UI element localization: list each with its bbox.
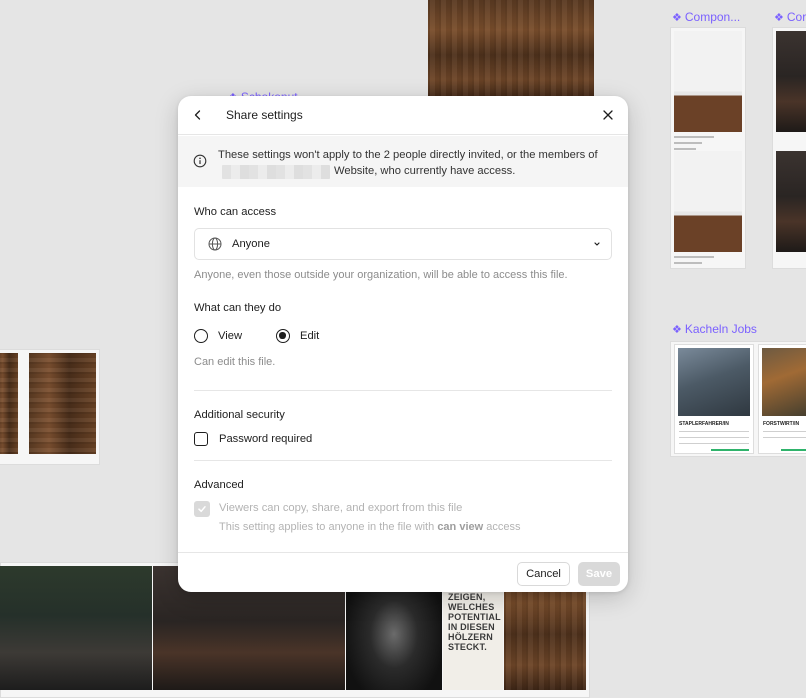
password-required-label: Password required: [219, 433, 313, 445]
interior-image: [776, 151, 806, 252]
caption-lines: [674, 256, 714, 268]
component-icon: ❖: [672, 12, 682, 24]
wood-sample-image: [0, 353, 18, 454]
radio-edit-label: Edit: [300, 330, 320, 342]
job-card[interactable]: STAPLERFAHRER/IN: [674, 344, 754, 454]
info-icon: [193, 154, 207, 168]
wood-texture-image[interactable]: [428, 0, 594, 100]
kitchen-image: [674, 31, 742, 132]
advanced-heading: Advanced: [194, 479, 244, 491]
job-line: [679, 431, 749, 432]
interior-image: [776, 31, 806, 132]
job-line: [763, 437, 806, 438]
access-hint: Anyone, even those outside your organiza…: [194, 269, 568, 281]
component-icon: ❖: [774, 12, 784, 24]
permission-hint: Can edit this file.: [194, 356, 276, 368]
share-settings-dialog: Share settings These settings won't appl…: [178, 96, 628, 592]
info-banner: These settings won't apply to the 2 peop…: [178, 136, 628, 187]
divider: [194, 390, 612, 391]
radio-edit[interactable]: Edit: [276, 329, 319, 343]
access-level-value: Anyone: [232, 238, 270, 250]
job-photo: [762, 348, 806, 416]
dialog-title: Share settings: [226, 108, 303, 122]
check-icon: [198, 506, 206, 513]
dining-room-image: [0, 566, 152, 690]
job-photo: [678, 348, 750, 416]
viewers-export-label: Viewers can copy, share, and export from…: [219, 502, 463, 514]
globe-icon: [208, 237, 222, 251]
password-checkbox-box[interactable]: [194, 432, 208, 446]
viewers-export-note: This setting applies to anyone in the fi…: [219, 521, 520, 533]
redacted-team-name: [222, 164, 330, 179]
job-title: STAPLERFAHRER/IN: [679, 421, 729, 427]
info-text-after: Website, who currently have access.: [334, 165, 516, 177]
viewers-export-checkbox[interactable]: [194, 501, 210, 517]
job-title: FORSTWIRT/IN: [763, 421, 800, 427]
frame-label-kacheln-jobs[interactable]: ❖ Kacheln Jobs: [672, 322, 757, 336]
job-line: [679, 437, 749, 438]
job-card[interactable]: FORSTWIRT/IN: [758, 344, 806, 454]
dialog-header: Share settings: [178, 96, 628, 135]
note-bold: can view: [437, 521, 484, 533]
what-can-they-do-heading: What can they do: [194, 302, 282, 314]
chevron-down-icon: [594, 242, 600, 246]
kitchen-image: [674, 151, 742, 252]
job-link: [711, 449, 749, 451]
who-can-access-heading: Who can access: [194, 206, 277, 218]
note-suffix: access: [486, 521, 521, 533]
access-level-select[interactable]: Anyone: [194, 228, 612, 260]
radio-edit-circle[interactable]: [276, 329, 290, 343]
close-icon: [603, 110, 613, 120]
back-button[interactable]: [189, 106, 207, 124]
password-required-checkbox[interactable]: Password required: [194, 432, 312, 446]
note-prefix: This setting applies to anyone in the fi…: [219, 521, 435, 533]
frame-label-components[interactable]: ❖ Compon...: [672, 10, 740, 24]
frame-label-components-2[interactable]: ❖ Cor: [774, 10, 806, 24]
additional-security-heading: Additional security: [194, 409, 285, 421]
info-text-before: These settings won't apply to the 2 peop…: [218, 149, 598, 161]
cancel-button[interactable]: Cancel: [517, 562, 570, 586]
wood-sample-image: [29, 353, 96, 454]
radio-view-label: View: [218, 330, 243, 342]
chevron-left-icon: [194, 110, 201, 120]
dialog-footer: Cancel Save: [178, 552, 628, 592]
info-message: These settings won't apply to the 2 peop…: [218, 147, 618, 179]
component-icon: ❖: [672, 324, 682, 336]
save-button[interactable]: Save: [578, 562, 620, 586]
job-link: [781, 449, 806, 451]
radio-view[interactable]: View: [194, 329, 242, 343]
radio-view-circle[interactable]: [194, 329, 208, 343]
job-line: [679, 443, 749, 444]
close-button[interactable]: [599, 106, 617, 124]
divider: [194, 460, 612, 461]
job-line: [763, 431, 806, 432]
